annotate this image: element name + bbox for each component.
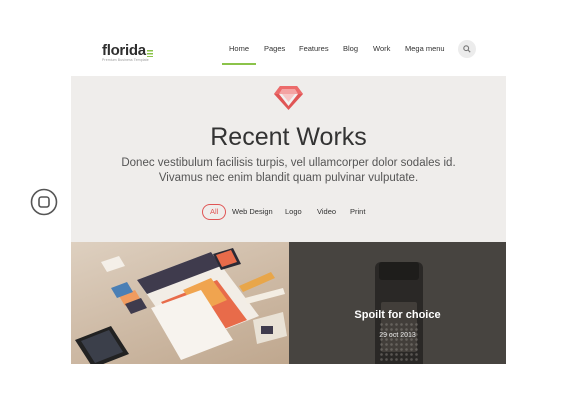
search-button[interactable] (458, 40, 476, 58)
filter-video[interactable]: Video (317, 204, 336, 220)
bottle-texture (379, 322, 419, 362)
nav-item-home[interactable]: Home (229, 44, 249, 53)
stationery-mockup-image (75, 248, 287, 364)
recent-works-section: Recent Works Donec vestibulum facilisis … (71, 76, 506, 242)
nav-item-pages[interactable]: Pages (264, 44, 285, 53)
filter-web-design[interactable]: Web Design (232, 204, 273, 220)
tile-title[interactable]: Spoilt for choice (289, 309, 506, 321)
nav-item-features[interactable]: Features (299, 44, 329, 53)
page-title: Recent Works (210, 123, 367, 151)
nav-item-blog[interactable]: Blog (343, 44, 358, 53)
diamond-icon (274, 86, 303, 110)
home-button[interactable] (30, 188, 58, 216)
nav-item-work[interactable]: Work (373, 44, 390, 53)
logo-bars-icon (146, 50, 153, 57)
logo[interactable]: florida Premium Business Template (102, 42, 153, 62)
filter-logo[interactable]: Logo (285, 204, 302, 220)
home-button-icon (30, 188, 58, 216)
hero-subtitle: Donec vestibulum facilisis turpis, vel u… (111, 156, 466, 186)
nav-item-mega-menu[interactable]: Mega menu (405, 44, 445, 53)
tile-date: 29 oct 2013 (379, 332, 416, 339)
filter-print[interactable]: Print (350, 204, 365, 220)
logo-tagline: Premium Business Template (102, 58, 149, 62)
filter-all[interactable]: All (202, 204, 227, 220)
bottle-cap (379, 262, 419, 280)
hero-subtitle-line-2: Vivamus nec enim blandit quam pulvinar v… (158, 172, 419, 184)
portfolio-item-spoilt-for-choice[interactable]: Spoilt for choice 29 oct 2013 (289, 242, 506, 364)
portfolio-item-branding[interactable] (71, 242, 289, 364)
search-icon (463, 45, 471, 53)
nav-active-indicator (222, 63, 256, 65)
hero-subtitle-line-1: Donec vestibulum facilisis turpis, vel u… (121, 157, 456, 169)
logo-wordmark: florida (102, 42, 146, 59)
portfolio-filters: All Web Design Logo Video Print (71, 204, 506, 220)
